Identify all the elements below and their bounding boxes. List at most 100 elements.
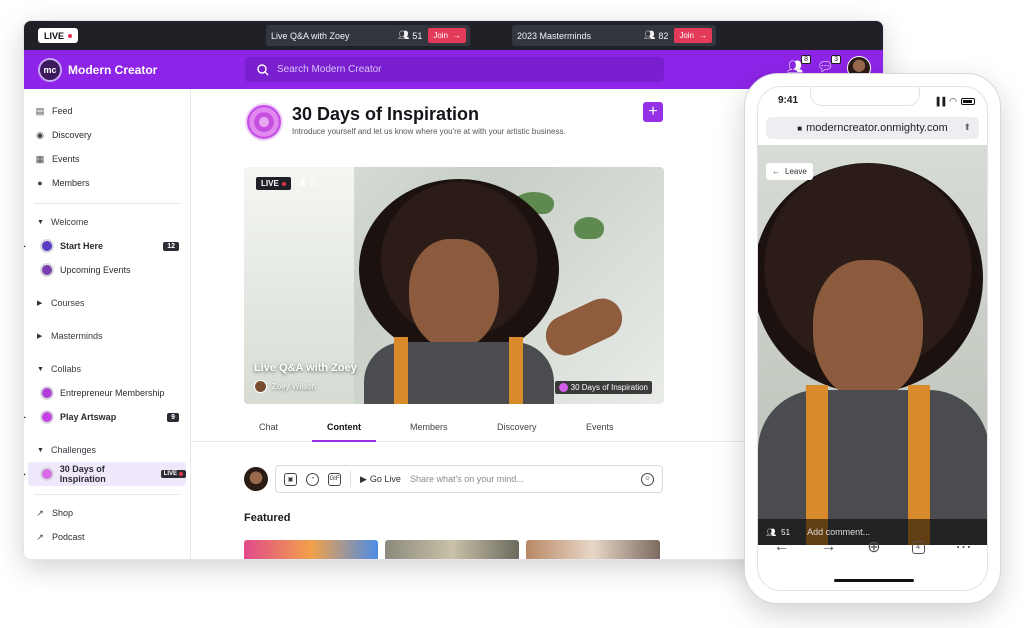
video-camera-icon: ▶ bbox=[360, 473, 367, 484]
join-button[interactable]: Join → bbox=[674, 28, 713, 43]
viewer-count: 👥︎ 82 bbox=[644, 30, 668, 41]
status-icons: ▐▐ ◠ bbox=[934, 96, 975, 107]
sidebar-space-entrepreneur[interactable]: Entrepreneur Membership bbox=[24, 381, 190, 405]
featured-thumbnail[interactable] bbox=[385, 540, 519, 559]
post-input[interactable]: Share what's on your mind... bbox=[410, 474, 632, 484]
tab-members[interactable]: Members bbox=[410, 422, 448, 432]
caret-down-icon: ▼ bbox=[37, 365, 44, 373]
back-arrow-icon[interactable]: ← bbox=[773, 538, 789, 556]
group-label: Welcome bbox=[51, 217, 89, 227]
sidebar-item-events[interactable]: ▦ Events bbox=[24, 147, 190, 171]
space-label: Start Here bbox=[60, 241, 104, 251]
unread-count: 9 bbox=[167, 412, 179, 422]
live-session[interactable]: Live Q&A with Zoey 👥︎ 51 Join → bbox=[266, 25, 471, 46]
signal-icon: ▐▐ bbox=[933, 97, 946, 106]
live-session[interactable]: 2023 Masterminds 👥︎ 82 Join → bbox=[512, 25, 717, 46]
notification-badge: 3 bbox=[831, 55, 841, 64]
sidebar-item-members[interactable]: ● Members bbox=[24, 171, 190, 195]
phone-mockup: 9:41 ▐▐ ◠ ■ moderncreator.onmighty.com ⬆… bbox=[744, 73, 1001, 604]
space-label: Play Artswap bbox=[60, 412, 117, 422]
new-tab-plus-icon[interactable]: ⊕ bbox=[867, 537, 880, 557]
url-bar[interactable]: ■ moderncreator.onmighty.com ⬆ bbox=[766, 117, 979, 139]
tab-chat[interactable]: Chat bbox=[259, 422, 278, 432]
brand-logo[interactable]: mc bbox=[38, 57, 62, 82]
share-icon[interactable]: ⬆ bbox=[963, 122, 971, 133]
sidebar-item-shop[interactable]: ↗ Shop bbox=[24, 501, 190, 525]
space-icon bbox=[40, 263, 54, 277]
viewer-count-value: 82 bbox=[658, 30, 669, 41]
search-placeholder: Search Modern Creator bbox=[277, 64, 382, 75]
viewer-count: 👥︎ 51 bbox=[398, 30, 422, 41]
video-person-strap bbox=[509, 337, 523, 404]
join-label: Join bbox=[433, 31, 449, 40]
space-icon bbox=[40, 467, 54, 481]
go-live-button[interactable]: ▶ Go Live bbox=[360, 474, 401, 485]
more-icon[interactable]: ⋯ bbox=[955, 537, 971, 557]
tab-content[interactable]: Content bbox=[327, 422, 361, 432]
tab-events[interactable]: Events bbox=[586, 422, 614, 432]
live-badge: LIVE bbox=[160, 470, 186, 478]
video-person-body bbox=[364, 342, 554, 404]
browser-toolbar: ← → ⊕ 4 ⋯ bbox=[758, 532, 987, 562]
home-indicator bbox=[834, 579, 914, 582]
sidebar-item-label: Discovery bbox=[52, 130, 92, 140]
viewer-count-value: 51 bbox=[412, 30, 423, 41]
search-input[interactable]: Search Modern Creator bbox=[245, 57, 664, 82]
sidebar-group-welcome[interactable]: ▼ Welcome bbox=[24, 210, 190, 234]
featured-thumbnail[interactable] bbox=[526, 540, 660, 559]
sidebar-space-upcoming-events[interactable]: Upcoming Events bbox=[24, 258, 190, 282]
sidebar-space-30-days[interactable]: ▶ 30 Days of Inspiration LIVE bbox=[24, 462, 186, 486]
sidebar-item-label: Shop bbox=[52, 508, 74, 518]
gif-icon[interactable]: GIF bbox=[328, 472, 341, 486]
sidebar-item-feed[interactable]: ▤ Feed bbox=[24, 99, 190, 123]
live-label: LIVE bbox=[261, 179, 279, 188]
sidebar-item-discovery[interactable]: ◉ Discovery bbox=[24, 123, 190, 147]
join-label: Join bbox=[679, 31, 695, 40]
video-host: Zoey Wilson bbox=[254, 380, 316, 393]
feed-icon: ▤ bbox=[35, 105, 45, 116]
live-dot-icon bbox=[68, 33, 73, 38]
forward-arrow-icon[interactable]: → bbox=[820, 538, 836, 556]
group-label: Masterminds bbox=[51, 331, 103, 341]
sidebar-group-masterminds[interactable]: ▶ Masterminds bbox=[24, 324, 190, 348]
live-bar: LIVE Live Q&A with Zoey 👥︎ 51 Join → 202… bbox=[24, 21, 883, 50]
phone-live-video[interactable]: ← Leave 👥︎ 51 Add comment... bbox=[758, 145, 987, 545]
space-label: 30 Days of Inspiration bbox=[59, 464, 106, 484]
sidebar-group-collabs[interactable]: ▼ Collabs bbox=[24, 357, 190, 381]
sidebar-space-start-here[interactable]: ▶ Start Here 12 bbox=[24, 234, 190, 258]
avatar bbox=[244, 467, 268, 491]
people-icon: 👥︎ bbox=[643, 30, 656, 40]
sidebar-group-challenges[interactable]: ▼ Challenges bbox=[24, 438, 190, 462]
caret-right-icon: ▶ bbox=[37, 333, 43, 340]
sidebar-space-play-artswap[interactable]: ▶ Play Artswap 9 bbox=[24, 405, 190, 429]
sidebar-divider bbox=[34, 494, 180, 495]
page-subtitle: Introduce yourself and let us know where… bbox=[292, 127, 566, 136]
post-composer[interactable]: ▣ ◔ GIF ▶ Go Live Share what's on your m… bbox=[275, 465, 663, 493]
sidebar-group-courses[interactable]: ▶ Courses bbox=[24, 291, 190, 315]
image-icon[interactable]: ▣ bbox=[284, 472, 297, 486]
caret-down-icon: ▼ bbox=[37, 446, 44, 454]
notification-badge: 8 bbox=[801, 55, 811, 64]
video-person-hand bbox=[539, 291, 629, 363]
featured-thumbnail[interactable] bbox=[244, 540, 378, 559]
wifi-icon: ◠ bbox=[949, 96, 957, 106]
live-video[interactable]: LIVE 👥︎ 51 Live Q&A with Zoey Zoey Wilso… bbox=[244, 167, 664, 404]
active-tab-indicator bbox=[312, 440, 376, 442]
search-icon bbox=[257, 63, 269, 75]
emoji-sticker-icon[interactable]: ◔ bbox=[306, 472, 319, 486]
sidebar-item-podcast[interactable]: ↗ Podcast bbox=[24, 525, 190, 549]
phone-notch bbox=[810, 87, 920, 106]
add-button[interactable]: + bbox=[643, 102, 663, 122]
smiley-icon[interactable]: ☺ bbox=[641, 472, 654, 486]
tabs-icon[interactable]: 4 bbox=[911, 540, 925, 554]
tab-discovery[interactable]: Discovery bbox=[497, 422, 537, 432]
caret-right-icon: ▶ bbox=[37, 300, 43, 307]
lock-icon: ■ bbox=[797, 123, 803, 133]
join-button[interactable]: Join → bbox=[428, 28, 467, 43]
space-tag[interactable]: 30 Days of Inspiration bbox=[554, 381, 652, 394]
brand-name[interactable]: Modern Creator bbox=[68, 63, 157, 77]
caret-down-icon: ▼ bbox=[37, 218, 44, 226]
leave-button[interactable]: ← Leave bbox=[766, 163, 813, 180]
